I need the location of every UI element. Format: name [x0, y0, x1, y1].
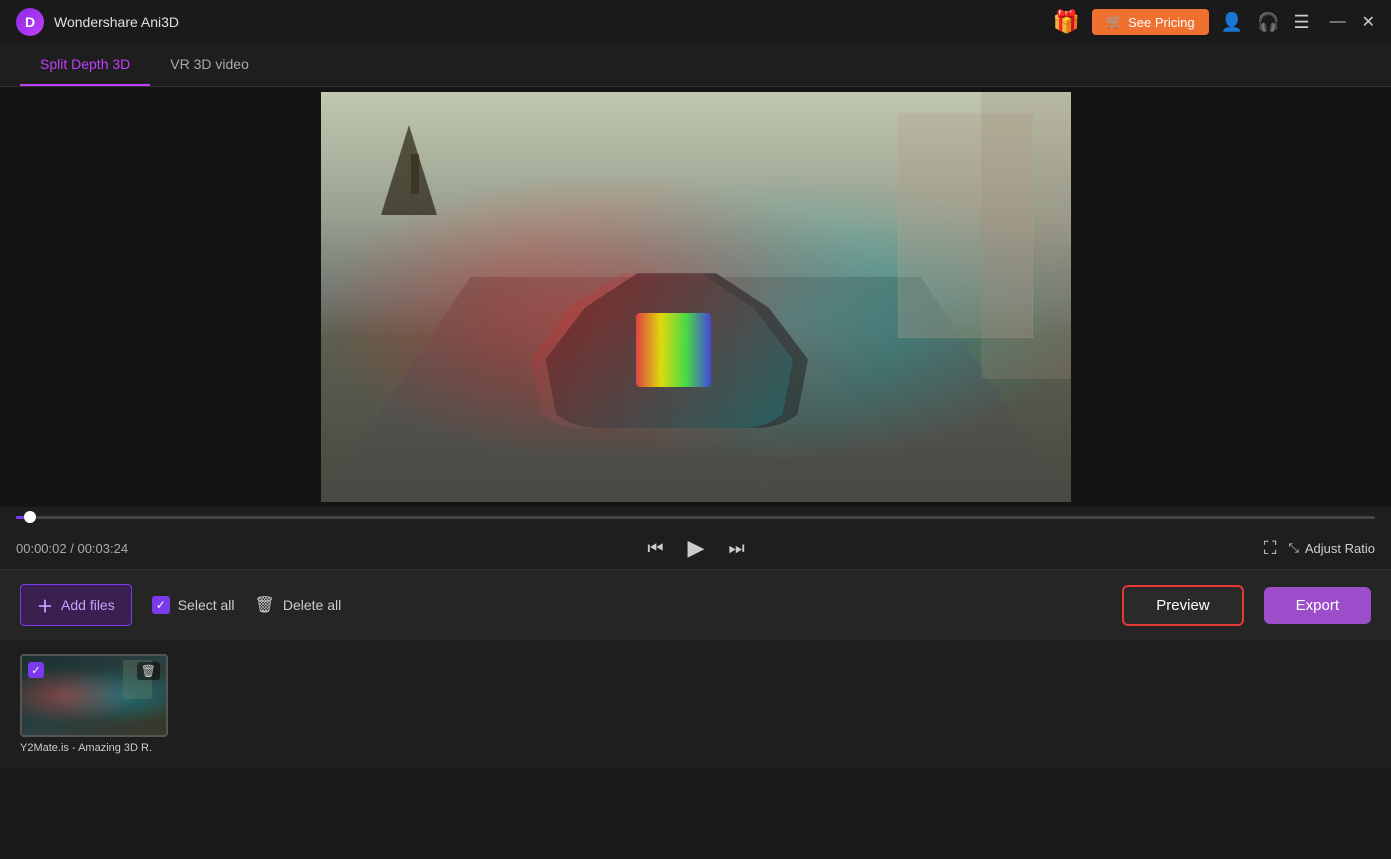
- video-canvas: [321, 92, 1071, 502]
- menu-icon[interactable]: ☰: [1293, 12, 1309, 33]
- building-far-right: [981, 92, 1071, 379]
- preview-label: Preview: [1156, 597, 1209, 614]
- skip-forward-button[interactable]: ⏭: [728, 538, 744, 559]
- close-button[interactable]: ✕: [1362, 12, 1375, 32]
- progress-track[interactable]: [16, 507, 1375, 527]
- add-files-button[interactable]: ＋ Add files: [20, 584, 132, 626]
- export-label: Export: [1296, 597, 1339, 614]
- fullscreen-button[interactable]: ⛶: [1264, 538, 1277, 559]
- playback-buttons: ⏮ ▶ ⏭: [647, 535, 744, 561]
- adjust-ratio-button[interactable]: ⤡ Adjust Ratio: [1288, 540, 1375, 556]
- tab-vr-3d-label: VR 3D video: [170, 56, 249, 72]
- select-all-label: Select all: [178, 597, 235, 613]
- tab-split-depth[interactable]: Split Depth 3D: [20, 44, 150, 86]
- file-item[interactable]: ✓ 🗑 Y2Mate.is - Amazing 3D R.: [20, 654, 168, 754]
- bottom-toolbar: ＋ Add files ✓ Select all 🗑 Delete all Pr…: [0, 569, 1391, 640]
- play-button[interactable]: ▶: [688, 535, 705, 561]
- car-stripe: [636, 313, 711, 387]
- adjust-ratio-label: Adjust Ratio: [1305, 541, 1375, 556]
- select-all-button[interactable]: ✓ Select all: [152, 596, 235, 614]
- video-area: [0, 87, 1391, 507]
- title-bar-right: 🎁 🛒 See Pricing 👤 🎧 ☰ — ✕: [1053, 9, 1375, 35]
- file-delete-button[interactable]: 🗑: [137, 662, 160, 680]
- play-icon: ▶: [688, 535, 705, 561]
- video-preview: [321, 92, 1071, 502]
- file-list: ✓ 🗑 Y2Mate.is - Amazing 3D R.: [0, 640, 1391, 768]
- total-time: 00:03:24: [77, 541, 128, 556]
- see-pricing-button[interactable]: 🛒 See Pricing: [1092, 9, 1209, 35]
- app-logo: D: [16, 8, 44, 36]
- headphone-icon[interactable]: 🎧: [1257, 12, 1279, 33]
- delete-all-label: Delete all: [283, 597, 341, 613]
- delete-all-button[interactable]: 🗑 Delete all: [255, 595, 342, 615]
- fullscreen-icon: ⛶: [1264, 538, 1277, 559]
- title-bar-icons: 👤 🎧 ☰: [1221, 12, 1310, 33]
- export-button[interactable]: Export: [1264, 587, 1371, 624]
- app-title: Wondershare Ani3D: [54, 14, 179, 30]
- title-bar: D Wondershare Ani3D 🎁 🛒 See Pricing 👤 🎧 …: [0, 0, 1391, 44]
- window-controls: — ✕: [1330, 12, 1375, 32]
- add-files-label: Add files: [61, 597, 115, 613]
- select-all-checkbox: ✓: [152, 596, 170, 614]
- user-icon[interactable]: 👤: [1221, 12, 1243, 33]
- controls-row: 00:00:02 / 00:03:24 ⏮ ▶ ⏭ ⛶ ⤡ Adjust Rat…: [16, 527, 1375, 569]
- tabs-bar: Split Depth 3D VR 3D video: [0, 44, 1391, 87]
- skip-back-button[interactable]: ⏮: [647, 538, 663, 559]
- cart-icon: 🛒: [1106, 14, 1122, 30]
- logo-letter: D: [25, 14, 35, 30]
- see-pricing-label: See Pricing: [1128, 15, 1194, 30]
- gift-icon[interactable]: 🎁: [1053, 9, 1080, 35]
- file-thumbnail: ✓ 🗑: [20, 654, 168, 737]
- progress-background: [16, 516, 1375, 519]
- tree-left: [381, 125, 437, 215]
- skip-back-icon: ⏮: [647, 538, 663, 559]
- file-name: Y2Mate.is - Amazing 3D R.: [20, 742, 168, 754]
- title-bar-left: D Wondershare Ani3D: [16, 8, 179, 36]
- tree-trunk: [411, 154, 419, 194]
- tab-split-depth-label: Split Depth 3D: [40, 56, 130, 72]
- aspect-icon: ⤡: [1288, 540, 1298, 556]
- skip-forward-icon: ⏭: [728, 538, 744, 559]
- right-controls: ⛶ ⤡ Adjust Ratio: [1264, 538, 1375, 559]
- tab-vr-3d[interactable]: VR 3D video: [150, 44, 269, 86]
- preview-button[interactable]: Preview: [1122, 585, 1243, 626]
- progress-handle[interactable]: [24, 511, 36, 523]
- playback-bar: 00:00:02 / 00:03:24 ⏮ ▶ ⏭ ⛶ ⤡ Adjust Rat…: [0, 507, 1391, 569]
- trash-icon: 🗑: [255, 595, 275, 615]
- file-checkbox[interactable]: ✓: [28, 662, 44, 678]
- current-time: 00:00:02: [16, 541, 67, 556]
- minimize-button[interactable]: —: [1330, 13, 1346, 31]
- plus-icon: ＋: [37, 593, 53, 617]
- time-display: 00:00:02 / 00:03:24: [16, 541, 128, 556]
